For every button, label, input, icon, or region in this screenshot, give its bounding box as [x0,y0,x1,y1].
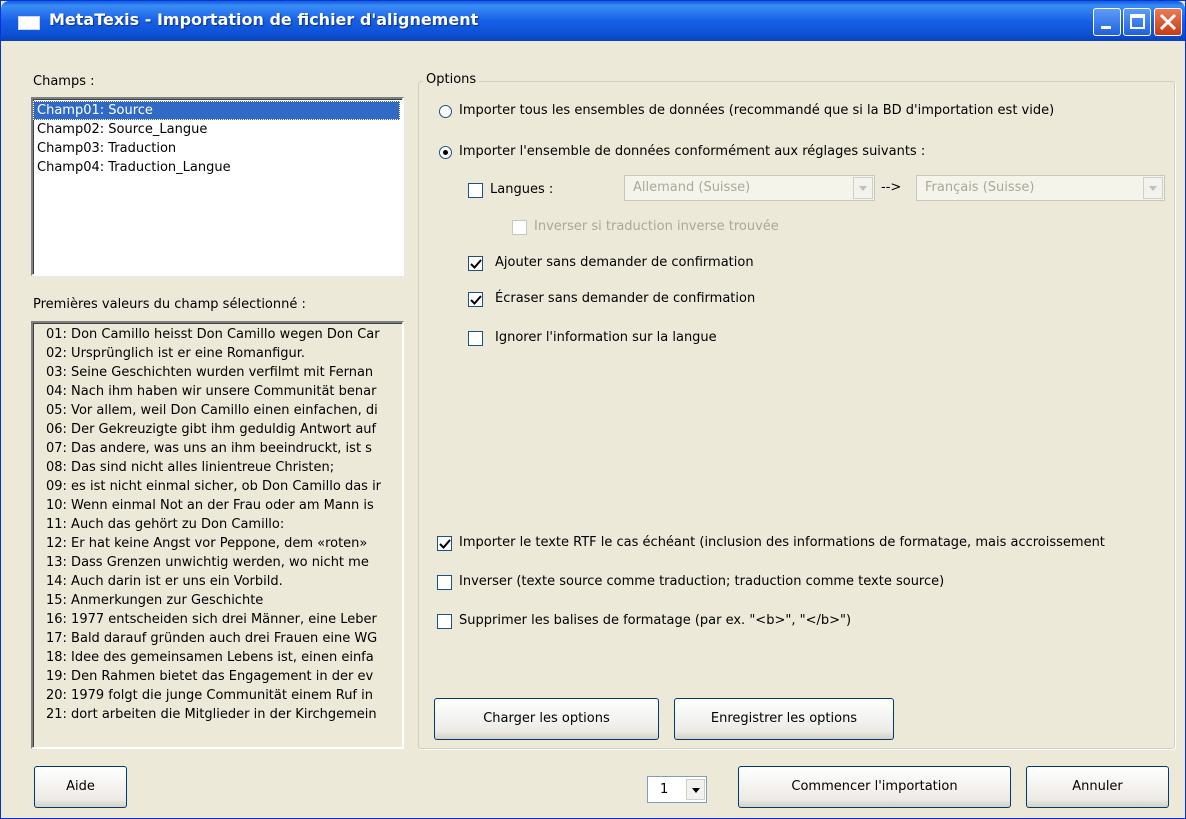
values-list[interactable]: 01: Don Camillo heisst Don Camillo wegen… [31,321,404,749]
strip-tags-checkbox[interactable] [437,614,452,629]
options-legend: Options [423,72,480,87]
help-label: Aide [66,779,95,794]
invert-all-label[interactable]: Inverser (texte source comme traduction;… [459,574,944,589]
field-list-item[interactable]: Champ02: Source_Langue [33,120,402,139]
field-list-item[interactable]: Champ03: Traduction [33,139,402,158]
value-list-item: 05: Vor allem, weil Don Camillo einen ei… [46,403,378,418]
minimize-icon [1101,26,1111,29]
close-icon [1159,13,1177,31]
value-list-item: 07: Das andere, was uns an ihm beeindruc… [46,441,372,456]
value-list-item: 12: Er hat keine Angst vor Peppone, dem … [46,536,368,551]
counter-dropdown-button[interactable] [686,779,705,800]
import-dialog: MetaTexis - Importation de fichier d'ali… [0,0,1186,819]
value-list-item: 18: Idee des gemeinsamen Lebens ist, ein… [46,650,374,665]
add-no-confirm-label[interactable]: Ajouter sans demander de confirmation [495,255,754,270]
import-settings-label[interactable]: Importer l'ensemble de données conformém… [459,144,925,159]
title-bar[interactable]: MetaTexis - Importation de fichier d'ali… [1,1,1185,41]
invert-if-found-checkbox[interactable] [512,220,527,235]
source-language-dropdown-button[interactable] [853,177,873,199]
ignore-language-label[interactable]: Ignorer l'information sur la langue [495,330,717,345]
chevron-down-icon [1149,186,1157,191]
fields-label: Champs : [33,74,95,89]
load-options-button[interactable]: Charger les options [434,698,659,740]
field-list-item[interactable]: Champ04: Traduction_Langue [33,158,402,177]
field-list-item[interactable]: Champ01: Source [33,101,400,120]
target-language-dropdown-button[interactable] [1143,177,1163,199]
chevron-down-icon [859,186,867,191]
import-settings-radio[interactable] [439,146,452,159]
save-options-label: Enregistrer les options [710,711,858,726]
maximize-icon [1130,14,1145,29]
help-button[interactable]: Aide [34,766,127,808]
save-options-button[interactable]: Enregistrer les options [674,698,894,740]
import-all-radio[interactable] [439,105,452,118]
source-language-select[interactable]: Allemand (Suisse) [624,175,875,201]
value-list-item: 17: Bald darauf gründen auch drei Frauen… [46,631,378,646]
start-import-button[interactable]: Commencer l'importation [738,766,1011,808]
value-list-item: 06: Der Gekreuzigte gibt ihm geduldig An… [46,422,377,437]
load-options-label: Charger les options [483,711,610,726]
import-all-label[interactable]: Importer tous les ensembles de données (… [459,103,1054,118]
invert-if-found-label[interactable]: Inverser si traduction inverse trouvée [534,219,779,234]
target-language-select[interactable]: Français (Suisse) [916,175,1165,201]
value-list-item: 01: Don Camillo heisst Don Camillo wegen… [46,327,380,342]
value-list-item: 14: Auch darin ist er uns ein Vorbild. [46,574,283,589]
invert-all-checkbox[interactable] [437,575,452,590]
value-list-item: 08: Das sind nicht alles linientreue Chr… [46,460,335,475]
app-icon [18,16,40,30]
close-button[interactable] [1154,8,1182,36]
values-label: Premières valeurs du champ sélectionné : [33,297,306,312]
target-language-value: Français (Suisse) [925,180,1035,195]
overwrite-no-confirm-checkbox[interactable] [468,292,483,307]
source-language-value: Allemand (Suisse) [633,180,751,195]
value-list-item: 03: Seine Geschichten wurden verfilmt mi… [46,365,374,380]
radio-selected-dot [443,150,448,155]
checkmark-icon [470,259,482,269]
cancel-button[interactable]: Annuler [1026,766,1169,808]
minimize-button[interactable] [1093,8,1121,36]
value-list-item: 16: 1977 entscheiden sich drei Männer, e… [46,612,377,627]
languages-label[interactable]: Langues : [490,182,553,197]
value-list-item: 11: Auch das gehört zu Don Camillo: [46,517,285,532]
import-rtf-checkbox[interactable] [437,536,452,551]
checkmark-icon [439,539,451,549]
cancel-label: Annuler [1072,779,1123,794]
window-title: MetaTexis - Importation de fichier d'ali… [49,10,479,29]
languages-checkbox[interactable] [468,183,483,198]
import-rtf-label[interactable]: Importer le texte RTF le cas échéant (in… [459,535,1105,550]
value-list-item: 19: Den Rahmen bietet das Engagement in … [46,669,374,684]
maximize-button[interactable] [1123,8,1151,36]
value-list-item: 04: Nach ihm haben wir unsere Communität… [46,384,377,399]
language-arrow: --> [881,180,902,195]
checkmark-icon [470,295,482,305]
chevron-down-icon [692,788,700,793]
value-list-item: 15: Anmerkungen zur Geschichte [46,593,264,608]
value-list-item: 13: Dass Grenzen unwichtig werden, wo ni… [46,555,369,570]
counter-select[interactable]: 1 [647,776,707,803]
fields-list[interactable]: Champ01: Source Champ02: Source_Langue Cha… [31,97,404,276]
value-list-item: 02: Ursprünglich ist er eine Romanfigur. [46,346,306,361]
value-list-item: 20: 1979 folgt die junge Communität eine… [46,688,373,703]
value-list-item: 09: es ist nicht einmal sicher, ob Don C… [46,479,382,494]
start-import-label: Commencer l'importation [791,779,958,794]
value-list-item: 10: Wenn einmal Not an der Frau oder am … [46,498,374,513]
value-list-item: 21: dort arbeiten die Mitglieder in der … [46,707,377,722]
strip-tags-label[interactable]: Supprimer les balises de formatage (par … [459,613,851,628]
counter-value: 1 [660,782,669,797]
add-no-confirm-checkbox[interactable] [468,256,483,271]
overwrite-no-confirm-label[interactable]: Écraser sans demander de confirmation [495,291,755,306]
ignore-language-checkbox[interactable] [468,331,483,346]
